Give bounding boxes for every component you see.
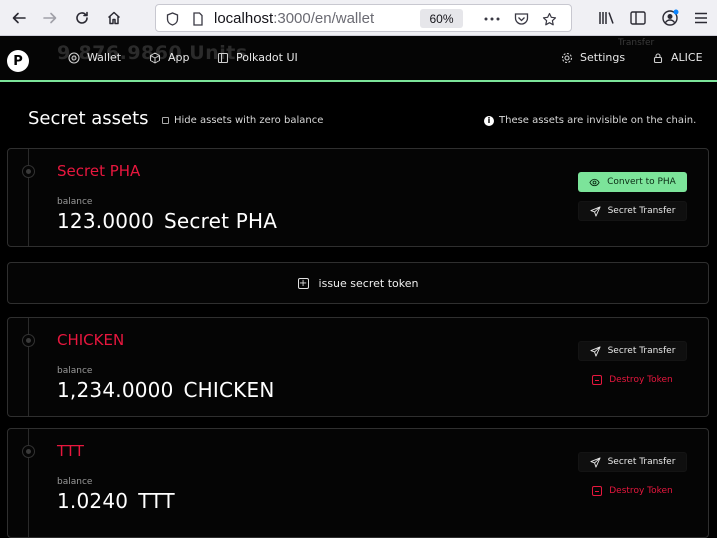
hide-zero-balance-toggle[interactable]: Hide assets with zero balance: [162, 115, 323, 126]
shield-icon[interactable]: [162, 9, 182, 29]
page-info-icon[interactable]: [188, 9, 208, 29]
nav-wallet[interactable]: Wallet: [68, 51, 121, 64]
back-arrow-icon: [12, 12, 26, 24]
forward-button[interactable]: [37, 5, 63, 31]
account-name: ALICE: [671, 51, 703, 64]
address-bar[interactable]: localhost:3000/en/wallet 60%: [155, 4, 572, 32]
card-timeline-dot: [22, 334, 35, 347]
reload-button[interactable]: [69, 5, 95, 31]
balance-value: 1,234.0000 CHICKEN: [57, 378, 275, 402]
eye-icon: [589, 178, 600, 186]
library-icon: [599, 12, 614, 24]
convert-to-pha-button[interactable]: Convert to PHA: [578, 172, 687, 192]
reload-icon: [76, 11, 88, 24]
home-icon: [107, 11, 121, 25]
balance-value: 123.0000 Secret PHA: [57, 209, 277, 233]
browser-toolbar: localhost:3000/en/wallet 60%: [0, 0, 717, 36]
phala-logo[interactable]: P: [7, 50, 29, 72]
hide-zero-label: Hide assets with zero balance: [174, 115, 324, 126]
gear-icon: [561, 52, 573, 63]
more-actions-icon[interactable]: [482, 9, 502, 29]
transfer-label: Secret Transfer: [607, 206, 676, 216]
issue-secret-token-button[interactable]: + issue secret token: [7, 262, 709, 304]
settings-link[interactable]: Settings: [561, 51, 625, 64]
balance-symbol: CHICKEN: [183, 378, 275, 402]
token-name: CHICKEN: [57, 331, 125, 349]
balance-amount: 1,234.0000: [57, 378, 174, 402]
invisible-note: i These assets are invisible on the chai…: [484, 115, 696, 126]
asset-card-chicken: CHICKEN balance 1,234.0000 CHICKEN Secret…: [7, 317, 709, 417]
minus-square-icon: [592, 486, 603, 496]
balance-symbol: Secret PHA: [164, 209, 278, 233]
url-host: localhost: [214, 10, 274, 27]
cube-icon: [150, 52, 160, 63]
sidebar-icon: [630, 11, 646, 25]
balance-amount: 1.0240: [57, 489, 129, 513]
balance-label: balance: [57, 366, 93, 376]
plus-icon: +: [297, 277, 309, 289]
issue-label: issue secret token: [318, 276, 419, 290]
account-link[interactable]: ALICE: [652, 51, 703, 64]
account-icon: [662, 9, 679, 26]
asset-card-ttt: TTT balance 1.0240 TTT Secret Transfer De…: [7, 428, 709, 538]
bookmark-star-icon[interactable]: [539, 9, 559, 29]
panel-icon: [217, 52, 229, 63]
destroy-label: Destroy Token: [609, 375, 673, 385]
card-timeline-line: [28, 318, 29, 416]
nav-wallet-label: Wallet: [87, 51, 122, 64]
forward-arrow-icon: [43, 12, 57, 24]
zoom-level[interactable]: 60%: [420, 9, 463, 28]
token-name: Secret PHA: [57, 162, 141, 180]
card-timeline-dot: [22, 445, 35, 458]
library-button[interactable]: [594, 5, 620, 31]
balance-value: 1.0240 TTT: [57, 489, 175, 513]
secret-transfer-button[interactable]: Secret Transfer: [578, 452, 687, 472]
minus-square-icon: [592, 375, 603, 385]
back-button[interactable]: [6, 5, 32, 31]
send-icon: [590, 456, 601, 468]
transfer-label: Secret Transfer: [607, 346, 676, 356]
account-button[interactable]: [657, 5, 683, 31]
app-header: 9,876.9860 Units Transfer P Wallet App P…: [0, 36, 717, 82]
hide-zero-checkbox[interactable]: [162, 117, 169, 124]
send-icon: [590, 205, 601, 217]
balance-label: balance: [57, 197, 93, 207]
sidebar-button[interactable]: [625, 5, 651, 31]
secret-transfer-button[interactable]: Secret Transfer: [578, 201, 687, 221]
token-name: TTT: [57, 442, 84, 460]
wallet-icon: [68, 51, 80, 64]
balance-symbol: TTT: [138, 489, 175, 513]
transfer-label: Secret Transfer: [607, 457, 676, 467]
nav-polkadot-ui[interactable]: Polkadot UI: [217, 51, 298, 64]
url-path: :3000/en/wallet: [273, 10, 375, 27]
nav-app-label: App: [168, 51, 190, 64]
card-timeline-dot: [22, 165, 35, 178]
hamburger-menu-icon: [695, 12, 707, 24]
secret-transfer-button[interactable]: Secret Transfer: [578, 341, 687, 361]
card-timeline-line: [28, 149, 29, 246]
destroy-label: Destroy Token: [609, 486, 673, 496]
destroy-token-button[interactable]: Destroy Token: [578, 370, 687, 390]
balance-label: balance: [57, 477, 93, 487]
settings-label: Settings: [580, 51, 626, 64]
url-text[interactable]: localhost:3000/en/wallet: [214, 10, 374, 27]
menu-button[interactable]: [688, 5, 714, 31]
nav-app[interactable]: App: [149, 51, 190, 64]
info-icon: i: [484, 115, 494, 126]
invisible-note-text: These assets are invisible on the chain.: [499, 115, 697, 126]
pocket-icon[interactable]: [511, 9, 531, 29]
destroy-token-button[interactable]: Destroy Token: [578, 481, 687, 501]
lock-icon: [653, 52, 663, 63]
background-transfer-label: Transfer: [618, 38, 655, 48]
balance-amount: 123.0000: [57, 209, 155, 233]
send-icon: [590, 345, 601, 357]
asset-card-secret-pha: Secret PHA balance 123.0000 Secret PHA Co…: [7, 148, 709, 247]
convert-label: Convert to PHA: [607, 177, 676, 187]
nav-polkadot-ui-label: Polkadot UI: [236, 51, 298, 64]
page-title: Secret assets: [28, 108, 149, 129]
home-button[interactable]: [101, 5, 127, 31]
